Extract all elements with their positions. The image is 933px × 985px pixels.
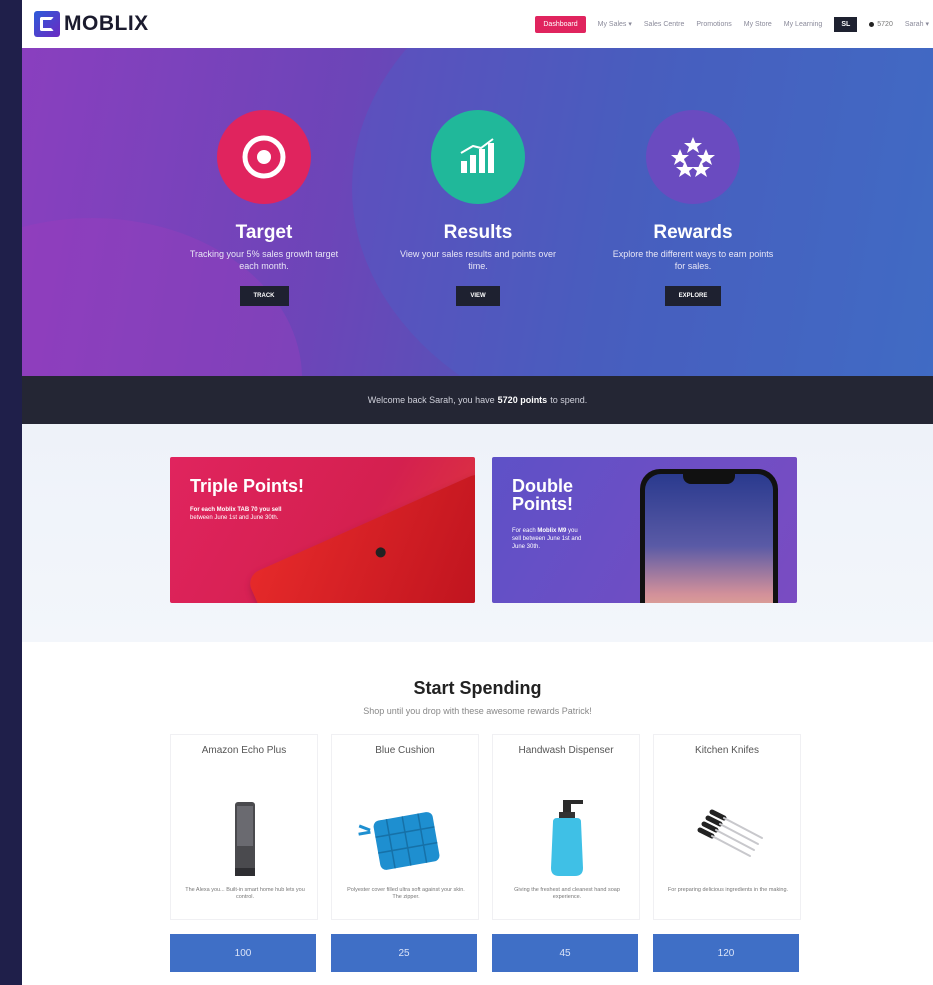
- logo-icon: [34, 11, 60, 37]
- stars-icon: [646, 110, 740, 204]
- section-subtitle: Shop until you drop with these awesome r…: [363, 706, 592, 716]
- product-description: Polyester cover filled ultra soft agains…: [347, 887, 465, 900]
- page: MOBLIX Dashboard My Sales ▾ Sales Centre…: [22, 0, 933, 985]
- points-indicator[interactable]: 5720: [869, 21, 893, 28]
- phone-screen: [645, 474, 773, 603]
- points-icon: [869, 21, 875, 27]
- price-button-dispenser[interactable]: 45: [492, 934, 638, 972]
- logo[interactable]: MOBLIX: [34, 11, 149, 37]
- product-description: Giving the freshest and cleanest hand so…: [514, 887, 620, 900]
- feature-title: Rewards: [653, 222, 733, 243]
- price-button-cushion[interactable]: 25: [331, 934, 477, 972]
- track-button[interactable]: TRACK: [239, 286, 289, 306]
- promo-title: Double Points!: [512, 476, 573, 514]
- feature-description: Explore the different ways to earn point…: [612, 249, 774, 271]
- feature-target: Target Tracking your 5% sales growth tar…: [164, 110, 364, 306]
- view-button[interactable]: VIEW: [456, 286, 500, 306]
- product-card-cushion[interactable]: Blue Cushion Polyester cover filled ultr…: [331, 734, 479, 920]
- target-icon: [217, 110, 311, 204]
- promo-title: Triple Points!: [190, 476, 305, 496]
- nav-my-learning[interactable]: My Learning: [784, 21, 823, 28]
- dispenser-image: [493, 790, 641, 880]
- section-title: Start Spending: [413, 678, 542, 698]
- nav-my-sales[interactable]: My Sales ▾: [598, 20, 632, 28]
- bar-chart-icon: [431, 110, 525, 204]
- promo-rest: between June 1st and June 30th.: [190, 515, 279, 521]
- promo-double-points[interactable]: Double Points! For each Moblix M9 you se…: [492, 457, 797, 603]
- welcome-bar: Welcome back Sarah, you have 5720 points…: [22, 376, 933, 424]
- product-card-echo[interactable]: Amazon Echo Plus The Alexa you... Built-…: [170, 734, 318, 920]
- chevron-down-icon: ▾: [628, 21, 632, 28]
- promo-subtitle: For each Moblix M9 you sell between June…: [512, 527, 584, 551]
- points-value: 5720: [877, 20, 893, 28]
- hero-section: Target Tracking your 5% sales growth tar…: [22, 48, 933, 376]
- promotions-section: Triple Points! For each Moblix TAB 70 yo…: [22, 424, 933, 642]
- welcome-suffix: to spend.: [550, 395, 588, 405]
- product-description: The Alexa you... Built-in smart home hub…: [185, 887, 305, 900]
- chevron-down-icon: ▾: [925, 21, 929, 28]
- welcome-prefix: Welcome back Sarah, you have: [367, 395, 495, 405]
- welcome-points: 5720 points: [497, 395, 548, 405]
- knives-image: [654, 790, 802, 880]
- phone-notch: [683, 474, 735, 484]
- nav-promotions[interactable]: Promotions: [696, 21, 731, 28]
- nav-user-label: Sarah: [904, 21, 924, 28]
- tablet-camera: [374, 545, 388, 560]
- product-name: Kitchen Knifes: [695, 745, 759, 756]
- price-button-echo[interactable]: 100: [170, 934, 316, 972]
- promo-subtitle: For each Moblix TAB 70 you sell between …: [190, 506, 350, 522]
- top-nav: MOBLIX Dashboard My Sales ▾ Sales Centre…: [22, 0, 933, 49]
- product-name: Blue Cushion: [375, 745, 435, 756]
- nav-dashboard[interactable]: Dashboard: [535, 15, 586, 33]
- product-name: Amazon Echo Plus: [201, 745, 287, 756]
- promo-triple-points[interactable]: Triple Points! For each Moblix TAB 70 yo…: [170, 457, 475, 603]
- feature-title: Target: [235, 222, 293, 243]
- feature-rewards: Rewards Explore the different ways to ea…: [593, 110, 793, 306]
- product-description: For preparing delicious ingredients in t…: [667, 887, 789, 893]
- phone-image: [640, 469, 778, 603]
- promo-bold: For each Moblix TAB 70 you sell: [190, 507, 282, 513]
- promo-lead: For each: [512, 528, 536, 534]
- nav-my-store[interactable]: My Store: [744, 21, 772, 28]
- nav-my-sales-label: My Sales: [597, 21, 627, 28]
- price-button-knives[interactable]: 120: [653, 934, 799, 972]
- user-initials-button[interactable]: SL: [834, 16, 858, 32]
- product-card-dispenser[interactable]: Handwash Dispenser Giving the freshest a…: [492, 734, 640, 920]
- cushion-image: [332, 790, 480, 880]
- echo-image: [171, 790, 319, 880]
- nav-links: Dashboard My Sales ▾ Sales Centre Promot…: [535, 0, 933, 48]
- explore-button[interactable]: EXPLORE: [664, 286, 722, 306]
- nav-sales-centre[interactable]: Sales Centre: [644, 21, 684, 28]
- feature-title: Results: [443, 222, 513, 243]
- promo-bold: Moblix M9: [537, 528, 567, 534]
- logo-text: MOBLIX: [64, 12, 149, 35]
- nav-user-menu[interactable]: Sarah ▾: [905, 20, 929, 28]
- feature-description: View your sales results and points over …: [400, 249, 556, 271]
- feature-description: Tracking your 5% sales growth target eac…: [189, 249, 339, 271]
- product-name: Handwash Dispenser: [518, 745, 614, 756]
- product-card-knives[interactable]: Kitchen Knifes For preparing delicious i…: [653, 734, 801, 920]
- feature-results: Results View your sales results and poin…: [378, 110, 578, 306]
